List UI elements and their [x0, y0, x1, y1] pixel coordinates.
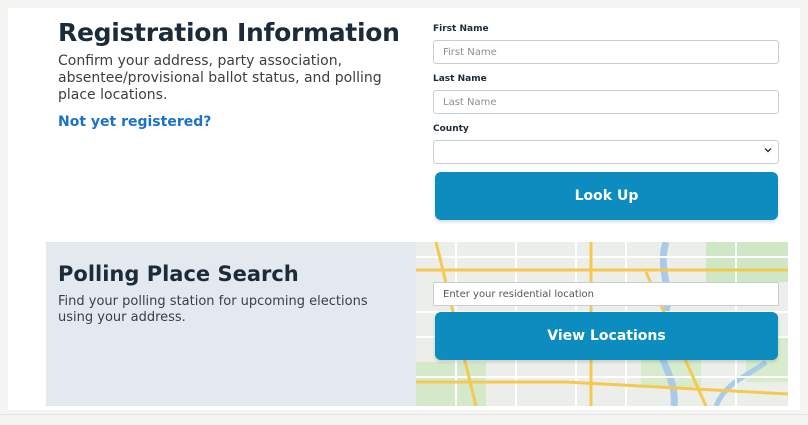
not-registered-link[interactable]: Not yet registered? — [58, 114, 211, 130]
first-name-label: First Name — [433, 24, 489, 34]
registration-title: Registration Information — [58, 18, 400, 47]
polling-title: Polling Place Search — [58, 262, 299, 286]
page-card: Registration Information Confirm your ad… — [8, 8, 800, 410]
last-name-input[interactable] — [433, 90, 779, 114]
polling-description: Find your polling station for upcoming e… — [58, 294, 368, 325]
first-name-input[interactable] — [433, 40, 779, 64]
location-search-input[interactable] — [433, 282, 779, 306]
county-label: County — [433, 124, 469, 134]
map-background: View Locations — [416, 242, 788, 406]
county-select[interactable] — [433, 140, 779, 164]
chevron-down-icon — [764, 146, 772, 157]
footer-divider — [0, 414, 808, 425]
view-locations-button[interactable]: View Locations — [435, 312, 778, 360]
registration-description: Confirm your address, party association,… — [58, 53, 382, 103]
look-up-button[interactable]: Look Up — [435, 172, 778, 220]
polling-place-section: Polling Place Search Find your polling s… — [46, 242, 788, 406]
last-name-label: Last Name — [433, 74, 487, 84]
